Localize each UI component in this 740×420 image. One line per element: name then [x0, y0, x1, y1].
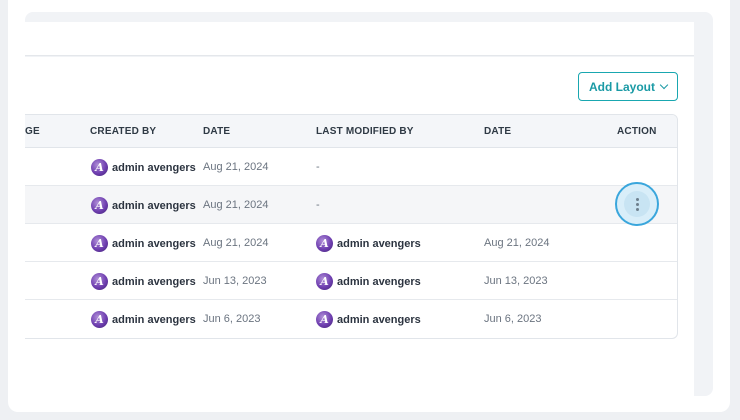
add-layout-button[interactable]: Add Layout	[578, 72, 678, 101]
row-action-menu-button[interactable]	[615, 182, 659, 226]
table-row[interactable]: A admin avengers Aug 21, 2024 A admin av…	[25, 224, 677, 262]
modified-by-cell: A admin avengers	[316, 311, 421, 328]
created-date: Aug 21, 2024	[203, 199, 269, 211]
column-header-created-by: CREATED BY	[90, 126, 157, 137]
layouts-table: GE CREATED BY DATE LAST MODIFIED BY DATE…	[25, 114, 678, 339]
created-date: Jun 6, 2023	[203, 313, 261, 325]
table-row[interactable]: A admin avengers Aug 21, 2024 -	[25, 186, 677, 224]
column-header-last-modified-by: LAST MODIFIED BY	[316, 126, 414, 137]
modified-by-name: admin avengers	[337, 237, 421, 250]
avengers-logo-icon: A	[316, 311, 333, 328]
created-by-cell: A admin avengers	[91, 311, 196, 328]
table-header: GE CREATED BY DATE LAST MODIFIED BY DATE…	[25, 115, 677, 148]
modified-by-empty: -	[316, 199, 320, 211]
column-header-date: DATE	[203, 126, 231, 137]
created-by-cell: A admin avengers	[91, 273, 196, 290]
modified-by-name: admin avengers	[337, 275, 421, 288]
created-date: Jun 13, 2023	[203, 275, 267, 287]
modified-date: Aug 21, 2024	[484, 237, 550, 249]
add-layout-label: Add Layout	[589, 79, 655, 94]
table-row[interactable]: A admin avengers Aug 21, 2024 -	[25, 148, 677, 186]
created-by-name: admin avengers	[112, 313, 196, 326]
avengers-logo-icon: A	[91, 197, 108, 214]
avengers-logo-icon: A	[91, 235, 108, 252]
avengers-logo-icon: A	[91, 159, 108, 176]
created-by-name: admin avengers	[112, 161, 196, 174]
avengers-logo-icon: A	[316, 273, 333, 290]
avengers-logo-icon: A	[316, 235, 333, 252]
chevron-down-icon	[659, 80, 669, 90]
column-header-truncated: GE	[25, 126, 40, 137]
modified-date: Jun 6, 2023	[484, 313, 542, 325]
modified-by-cell: A admin avengers	[316, 235, 421, 252]
top-bar	[25, 22, 694, 56]
column-header-action: ACTION	[617, 126, 657, 137]
modified-by-name: admin avengers	[337, 313, 421, 326]
created-date: Aug 21, 2024	[203, 161, 269, 173]
avengers-logo-icon: A	[91, 273, 108, 290]
table-row[interactable]: A admin avengers Jun 6, 2023 A admin ave…	[25, 300, 677, 338]
created-by-cell: A admin avengers	[91, 159, 196, 176]
created-date: Aug 21, 2024	[203, 237, 269, 249]
modified-by-cell: A admin avengers	[316, 273, 421, 290]
more-vertical-icon	[624, 191, 650, 217]
created-by-name: admin avengers	[112, 199, 196, 212]
modified-date: Jun 13, 2023	[484, 275, 548, 287]
created-by-name: admin avengers	[112, 237, 196, 250]
created-by-cell: A admin avengers	[91, 235, 196, 252]
table-row[interactable]: A admin avengers Jun 13, 2023 A admin av…	[25, 262, 677, 300]
created-by-cell: A admin avengers	[91, 197, 196, 214]
column-header-date-modified: DATE	[484, 126, 512, 137]
created-by-name: admin avengers	[112, 275, 196, 288]
modified-by-empty: -	[316, 161, 320, 173]
avengers-logo-icon: A	[91, 311, 108, 328]
